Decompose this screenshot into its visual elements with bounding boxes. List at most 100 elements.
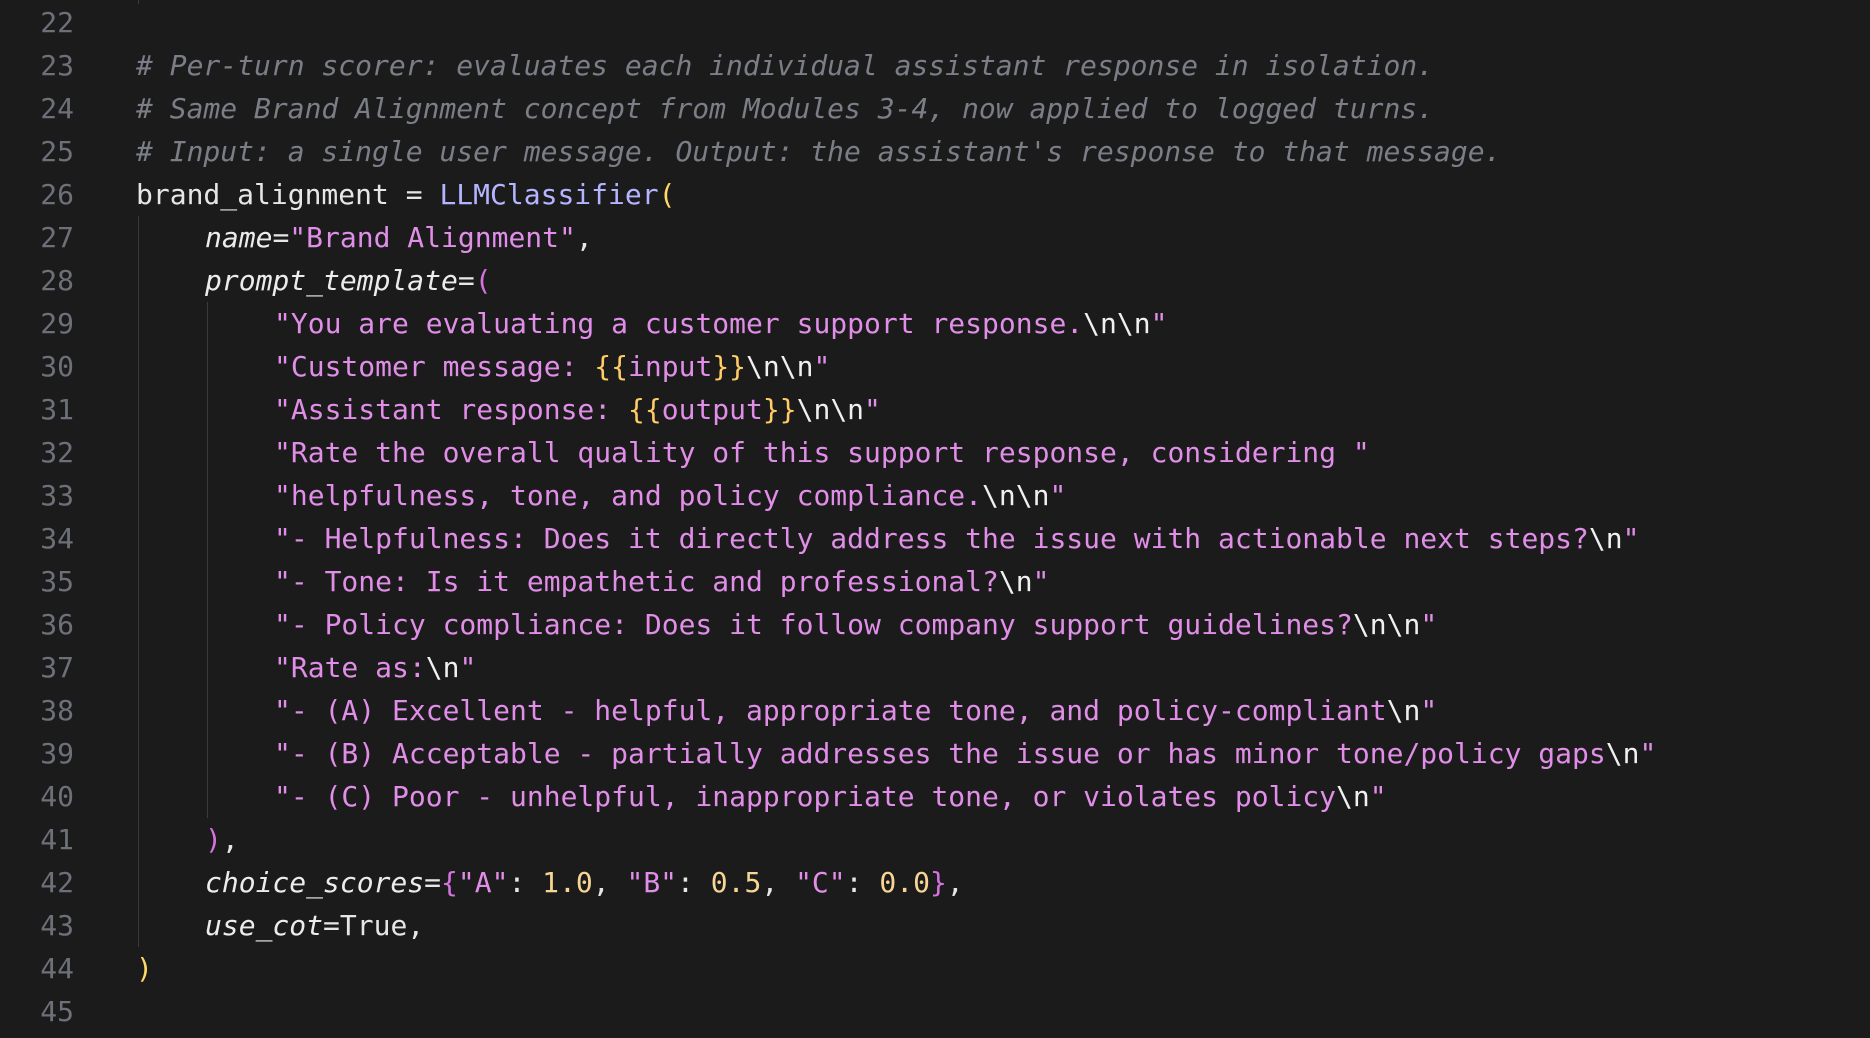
code-line[interactable]: 32 "Rate the overall quality of this supp…: [0, 431, 1870, 474]
code-token-str: ": [459, 651, 477, 684]
code-line[interactable]: 30 "Customer message: {{input}}\n\n": [0, 345, 1870, 388]
code-line[interactable]: 23 # Per-turn scorer: evaluates each indi…: [0, 44, 1870, 87]
line-number: 35: [40, 565, 74, 598]
code-line[interactable]: 31 "Assistant response: {{output}}\n\n": [0, 388, 1870, 431]
code-token-str: input: [628, 350, 713, 383]
code-token-esc: \n: [425, 651, 460, 684]
code-token-str: "Customer message:: [274, 350, 595, 383]
code-token-num: 1.0: [542, 866, 593, 899]
code-text: ),: [205, 818, 239, 861]
code-token-str: ": [1639, 737, 1657, 770]
code-text: choice_scores={"A": 1.0, "B": 0.5, "C": …: [205, 861, 964, 904]
code-token-str: ": [864, 393, 881, 426]
line-number: 42: [40, 866, 74, 899]
line-number: 43: [40, 909, 74, 942]
code-line[interactable]: 38 "- (A) Excellent - helpful, appropriat…: [0, 689, 1870, 732]
code-text: ): [136, 947, 153, 990]
code-line[interactable]: 43 use_cot=True,: [0, 904, 1870, 947]
line-number: 44: [40, 952, 74, 985]
code-line[interactable]: 42 choice_scores={"A": 1.0, "B": 0.5, "C"…: [0, 861, 1870, 904]
code-token-plain: :: [677, 866, 711, 899]
code-line[interactable]: 36 "- Policy compliance: Does it follow c…: [0, 603, 1870, 646]
code-token-plain: =: [424, 866, 442, 899]
code-token-kw: name: [205, 221, 273, 254]
code-token-plain: ,: [221, 823, 239, 856]
code-token-paren-y: ): [136, 952, 153, 985]
code-editor[interactable]: 22 23 # Per-turn scorer: evaluates each in…: [0, 0, 1870, 1038]
line-number: 27: [40, 221, 74, 254]
code-token-esc: \n\n: [1352, 608, 1421, 641]
code-token-plain: ,: [575, 221, 593, 254]
code-token-str: ": [1150, 307, 1168, 340]
code-token-num: 0.5: [710, 866, 762, 899]
code-token-paren-p: ): [205, 823, 222, 856]
line-number: 22: [40, 6, 74, 39]
code-token-interp: {{: [628, 393, 662, 426]
code-line[interactable]: 40 "- (C) Poor - unhelpful, inappropriate…: [0, 775, 1870, 818]
code-token-esc: \n: [1336, 780, 1370, 813]
code-token-str: "helpfulness, tone, and policy complianc…: [274, 479, 983, 512]
code-token-paren-p: }: [929, 866, 947, 899]
code-text: name="Brand Alignment",: [205, 216, 593, 259]
code-line[interactable]: 22: [0, 1, 1870, 44]
code-token-esc: \n\n: [746, 350, 814, 383]
code-text: "- (B) Acceptable - partially addresses …: [274, 732, 1656, 775]
code-token-paren-y: (: [658, 178, 676, 211]
code-line[interactable]: 45: [0, 990, 1870, 1033]
code-token-str: "You are evaluating a customer support r…: [274, 307, 1084, 340]
code-token-str: ": [1049, 479, 1067, 512]
code-token-str: "B": [626, 866, 678, 899]
code-token-esc: \n\n: [982, 479, 1050, 512]
code-token-kw: choice_scores: [205, 866, 425, 899]
line-number: 45: [40, 995, 74, 1028]
code-token-interp: {{: [594, 350, 629, 383]
line-number: 38: [40, 694, 74, 727]
code-line[interactable]: 29 "You are evaluating a customer support…: [0, 302, 1870, 345]
code-token-str: "- Tone: Is it empathetic and profession…: [274, 565, 999, 598]
code-token-str: "A": [457, 866, 509, 899]
code-token-str: "- (B) Acceptable - partially addresses …: [274, 737, 1606, 770]
indent-guide: [207, 302, 208, 818]
line-number: 25: [40, 135, 74, 168]
code-text: "You are evaluating a customer support r…: [274, 302, 1167, 345]
code-line[interactable]: 33 "helpfulness, tone, and policy complia…: [0, 474, 1870, 517]
code-token-str: "- (A) Excellent - helpful, appropriate …: [274, 694, 1387, 727]
code-token-str: ": [1420, 608, 1438, 641]
code-line[interactable]: 24 # Same Brand Alignment concept from Mo…: [0, 87, 1870, 130]
code-line[interactable]: 37 "Rate as:\n": [0, 646, 1870, 689]
code-token-plain: ,: [761, 866, 796, 899]
code-line[interactable]: 26 brand_alignment = LLMClassifier(: [0, 173, 1870, 216]
code-token-paren-p: (: [474, 264, 492, 297]
code-line[interactable]: 44): [0, 947, 1870, 990]
code-token-str: "Rate the overall quality of this suppor…: [274, 436, 1370, 469]
code-token-interp: }}: [762, 393, 797, 426]
code-text: brand_alignment = LLMClassifier(: [136, 173, 675, 216]
code-token-str: "- Policy compliance: Does it follow com…: [274, 608, 1353, 641]
code-line[interactable]: 28 prompt_template=(: [0, 259, 1870, 302]
code-text: "- Tone: Is it empathetic and profession…: [274, 560, 1049, 603]
line-number: 31: [40, 393, 74, 426]
code-token-esc: \n: [1386, 694, 1421, 727]
code-token-interp: }}: [712, 350, 747, 383]
line-number: 39: [40, 737, 74, 770]
code-line[interactable]: 39 "- (B) Acceptable - partially addresse…: [0, 732, 1870, 775]
code-line[interactable]: 34 "- Helpfulness: Does it directly addre…: [0, 517, 1870, 560]
code-token-str: "Brand Alignment": [289, 221, 576, 254]
line-number: 36: [40, 608, 74, 641]
code-token-str: "C": [795, 866, 846, 899]
code-line[interactable]: 41),: [0, 818, 1870, 861]
code-token-str: ": [1420, 694, 1438, 727]
code-line[interactable]: 25 # Input: a single user message. Output…: [0, 130, 1870, 173]
code-text: "- Policy compliance: Does it follow com…: [274, 603, 1437, 646]
line-number: 23: [40, 49, 74, 82]
code-text: "- (A) Excellent - helpful, appropriate …: [274, 689, 1437, 732]
code-token-plain: ,: [946, 866, 964, 899]
code-token-comment: # Per-turn scorer: evaluates each indivi…: [136, 49, 1435, 82]
code-token-str: ": [1622, 522, 1640, 555]
code-token-comment: # Same Brand Alignment concept from Modu…: [136, 92, 1435, 125]
code-token-esc: \n\n: [1083, 307, 1151, 340]
code-line[interactable]: 27 name="Brand Alignment",: [0, 216, 1870, 259]
code-line[interactable]: 35 "- Tone: Is it empathetic and professi…: [0, 560, 1870, 603]
code-token-str: "- (C) Poor - unhelpful, inappropriate t…: [274, 780, 1337, 813]
line-number: 32: [40, 436, 74, 469]
